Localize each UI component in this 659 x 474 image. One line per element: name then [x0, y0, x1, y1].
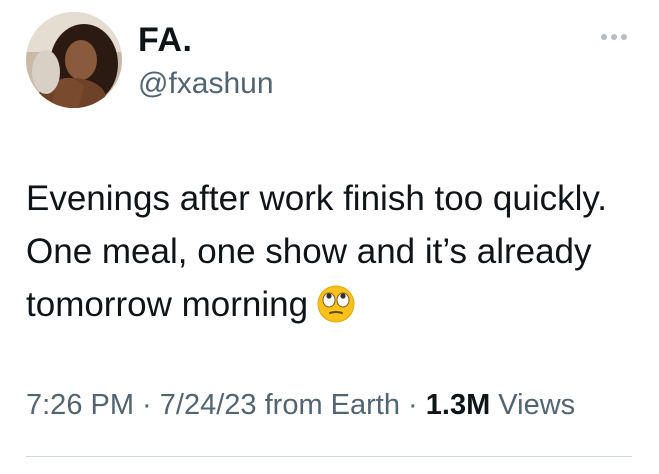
tweet-source: from Earth: [256, 389, 400, 421]
avatar[interactable]: [26, 12, 122, 108]
views-count[interactable]: 1.3M: [426, 389, 490, 421]
tweet-meta: 7:26 PM · 7/24/23 from Earth · 1.3M View…: [26, 384, 626, 426]
user-handle[interactable]: @fxashun: [138, 66, 274, 102]
divider: [26, 456, 632, 457]
meta-separator: ·: [399, 389, 426, 421]
views-label[interactable]: Views: [490, 389, 575, 421]
more-horizontal-icon: [601, 34, 627, 40]
profile-photo: [26, 12, 122, 108]
meta-separator: ·: [134, 389, 160, 421]
tweet-body: Evenings after work finish too quickly. …: [26, 172, 646, 331]
tweet-time[interactable]: 7:26 PM: [26, 389, 134, 421]
display-name[interactable]: FA.: [138, 20, 192, 60]
tweet-date[interactable]: 7/24/23: [160, 389, 257, 421]
more-options-button[interactable]: [594, 26, 634, 48]
eye-roll-emoji-icon: [316, 284, 356, 324]
